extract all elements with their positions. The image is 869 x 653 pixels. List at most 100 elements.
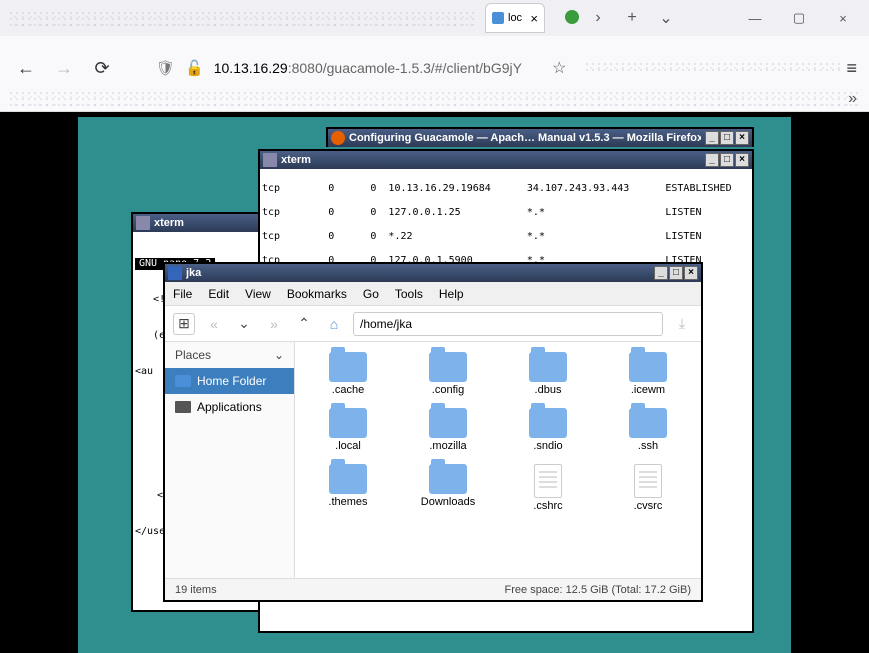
list-tabs-button[interactable]: ⌄ xyxy=(653,6,679,30)
browser-tab[interactable]: loc × xyxy=(485,3,545,33)
file-label: .cache xyxy=(332,384,364,396)
folder-icon xyxy=(429,352,467,382)
file-item[interactable]: .ssh xyxy=(601,408,695,452)
menu-view[interactable]: View xyxy=(245,287,271,301)
minimize-button[interactable]: — xyxy=(737,6,773,30)
menu-help[interactable]: Help xyxy=(439,287,464,301)
folder-icon xyxy=(429,408,467,438)
forward-button[interactable]: → xyxy=(50,54,78,82)
bookmark-star-icon[interactable]: ☆ xyxy=(552,58,566,78)
titlebar[interactable]: xterm _ □ × xyxy=(260,151,752,169)
file-item[interactable]: .cvsrc xyxy=(601,464,695,512)
desktop-background[interactable]: xterm _ □ × GNU nano 7.2 <!-- Another us… xyxy=(78,117,791,653)
file-label: .cshrc xyxy=(533,500,562,512)
close-icon[interactable]: × xyxy=(684,266,698,280)
places-header[interactable]: Places ⌄ xyxy=(165,342,294,368)
back-button[interactable]: ← xyxy=(12,54,40,82)
tab-label: loc xyxy=(508,12,522,24)
file-item[interactable]: .themes xyxy=(301,464,395,512)
close-tab-icon[interactable]: × xyxy=(530,11,538,26)
titlebar[interactable]: jka _ □ × xyxy=(165,264,701,282)
apps-icon xyxy=(175,401,191,413)
menu-go[interactable]: Go xyxy=(363,287,379,301)
file-item[interactable]: .cache xyxy=(301,352,395,396)
file-icon xyxy=(534,464,562,498)
remote-desktop-viewport[interactable]: xterm _ □ × GNU nano 7.2 <!-- Another us… xyxy=(0,112,869,653)
tab-history-forward-icon[interactable]: › xyxy=(585,6,611,30)
file-label: .sndio xyxy=(533,440,562,452)
file-item[interactable]: .icewm xyxy=(601,352,695,396)
insecure-lock-icon[interactable]: 🔓 xyxy=(185,59,204,77)
more-bookmarks-icon[interactable]: » xyxy=(848,90,857,108)
titlebar[interactable]: Configuring Guacamole — Apach… Manual v1… xyxy=(328,129,752,147)
go-icon[interactable]: ⤓ xyxy=(671,313,693,335)
file-label: .config xyxy=(432,384,464,396)
url-host: 10.13.16.29 xyxy=(214,60,288,76)
menu-bookmarks[interactable]: Bookmarks xyxy=(287,287,347,301)
file-label: .mozilla xyxy=(429,440,466,452)
maximize-button[interactable]: ▢ xyxy=(781,6,817,30)
file-item[interactable]: Downloads xyxy=(401,464,495,512)
new-tab-icon[interactable]: ⊞ xyxy=(173,313,195,335)
browser-chrome: loc × › + ⌄ — ▢ × ← → ⟳ 🛡 🔓 10.13.16.29:… xyxy=(0,0,869,112)
home-icon[interactable]: ⌂ xyxy=(323,313,345,335)
app-menu-button[interactable]: ≡ xyxy=(846,58,857,79)
sidebar-item-applications[interactable]: Applications xyxy=(165,394,294,420)
maximize-icon[interactable]: □ xyxy=(720,131,734,145)
term-row: tcp 0 0 127.0.0.1.25 *.* LISTEN xyxy=(262,207,750,219)
file-label: .local xyxy=(335,440,361,452)
app-icon xyxy=(263,153,277,167)
menu-tools[interactable]: Tools xyxy=(395,287,423,301)
menu-edit[interactable]: Edit xyxy=(208,287,229,301)
path-input[interactable] xyxy=(353,312,663,336)
file-item[interactable]: .dbus xyxy=(501,352,595,396)
file-label: .icewm xyxy=(631,384,665,396)
history-dropdown-icon[interactable]: ⌄ xyxy=(233,313,255,335)
close-icon[interactable]: × xyxy=(735,131,749,145)
file-item[interactable]: .config xyxy=(401,352,495,396)
status-free-space: Free space: 12.5 GiB (Total: 17.2 GiB) xyxy=(505,584,691,596)
url-path: :8080/guacamole-1.5.3/#/client/bG9jY xyxy=(288,60,522,76)
bookmark-toolbar: » xyxy=(0,88,869,112)
sidebar-item-home[interactable]: Home Folder xyxy=(165,368,294,394)
window-title: jka xyxy=(186,267,650,279)
folder-icon xyxy=(329,464,367,494)
folder-icon xyxy=(429,464,467,494)
url-text[interactable]: 10.13.16.29:8080/guacamole-1.5.3/#/clien… xyxy=(214,60,542,76)
file-item[interactable]: .sndio xyxy=(501,408,595,452)
file-item[interactable]: .cshrc xyxy=(501,464,595,512)
minimize-icon[interactable]: _ xyxy=(705,131,719,145)
menubar: File Edit View Bookmarks Go Tools Help xyxy=(165,282,701,306)
file-label: .dbus xyxy=(535,384,562,396)
close-window-button[interactable]: × xyxy=(825,6,861,30)
reload-button[interactable]: ⟳ xyxy=(88,54,116,82)
nav-forward-icon[interactable]: » xyxy=(263,313,285,335)
container-indicator-icon xyxy=(565,10,579,24)
file-item[interactable]: .local xyxy=(301,408,395,452)
chevron-down-icon: ⌄ xyxy=(274,348,284,362)
maximize-icon[interactable]: □ xyxy=(720,153,734,167)
file-label: Downloads xyxy=(421,496,475,508)
firefox-window[interactable]: Configuring Guacamole — Apach… Manual v1… xyxy=(326,127,754,147)
window-title: Configuring Guacamole — Apach… Manual v1… xyxy=(349,132,701,144)
maximize-icon[interactable]: □ xyxy=(669,266,683,280)
file-grid[interactable]: .cache .config .dbus .icewm .local .mozilla .s… xyxy=(295,342,701,578)
minimize-icon[interactable]: _ xyxy=(654,266,668,280)
menu-file[interactable]: File xyxy=(173,287,192,301)
file-label: .themes xyxy=(328,496,367,508)
nav-back-icon[interactable]: « xyxy=(203,313,225,335)
close-icon[interactable]: × xyxy=(735,153,749,167)
page-icon xyxy=(492,12,504,24)
file-item[interactable]: .mozilla xyxy=(401,408,495,452)
folder-icon xyxy=(629,408,667,438)
file-icon xyxy=(634,464,662,498)
nav-up-icon[interactable]: ⌃ xyxy=(293,313,315,335)
tab-bar: loc × › + ⌄ — ▢ × xyxy=(0,0,869,36)
file-label: .cvsrc xyxy=(634,500,663,512)
status-item-count: 19 items xyxy=(175,584,217,596)
minimize-icon[interactable]: _ xyxy=(705,153,719,167)
file-manager-window[interactable]: jka _ □ × File Edit View Bookmarks Go To… xyxy=(163,262,703,602)
fm-icon xyxy=(168,266,182,280)
new-tab-button[interactable]: + xyxy=(619,6,645,30)
tracking-shield-icon[interactable]: 🛡 xyxy=(156,59,175,77)
